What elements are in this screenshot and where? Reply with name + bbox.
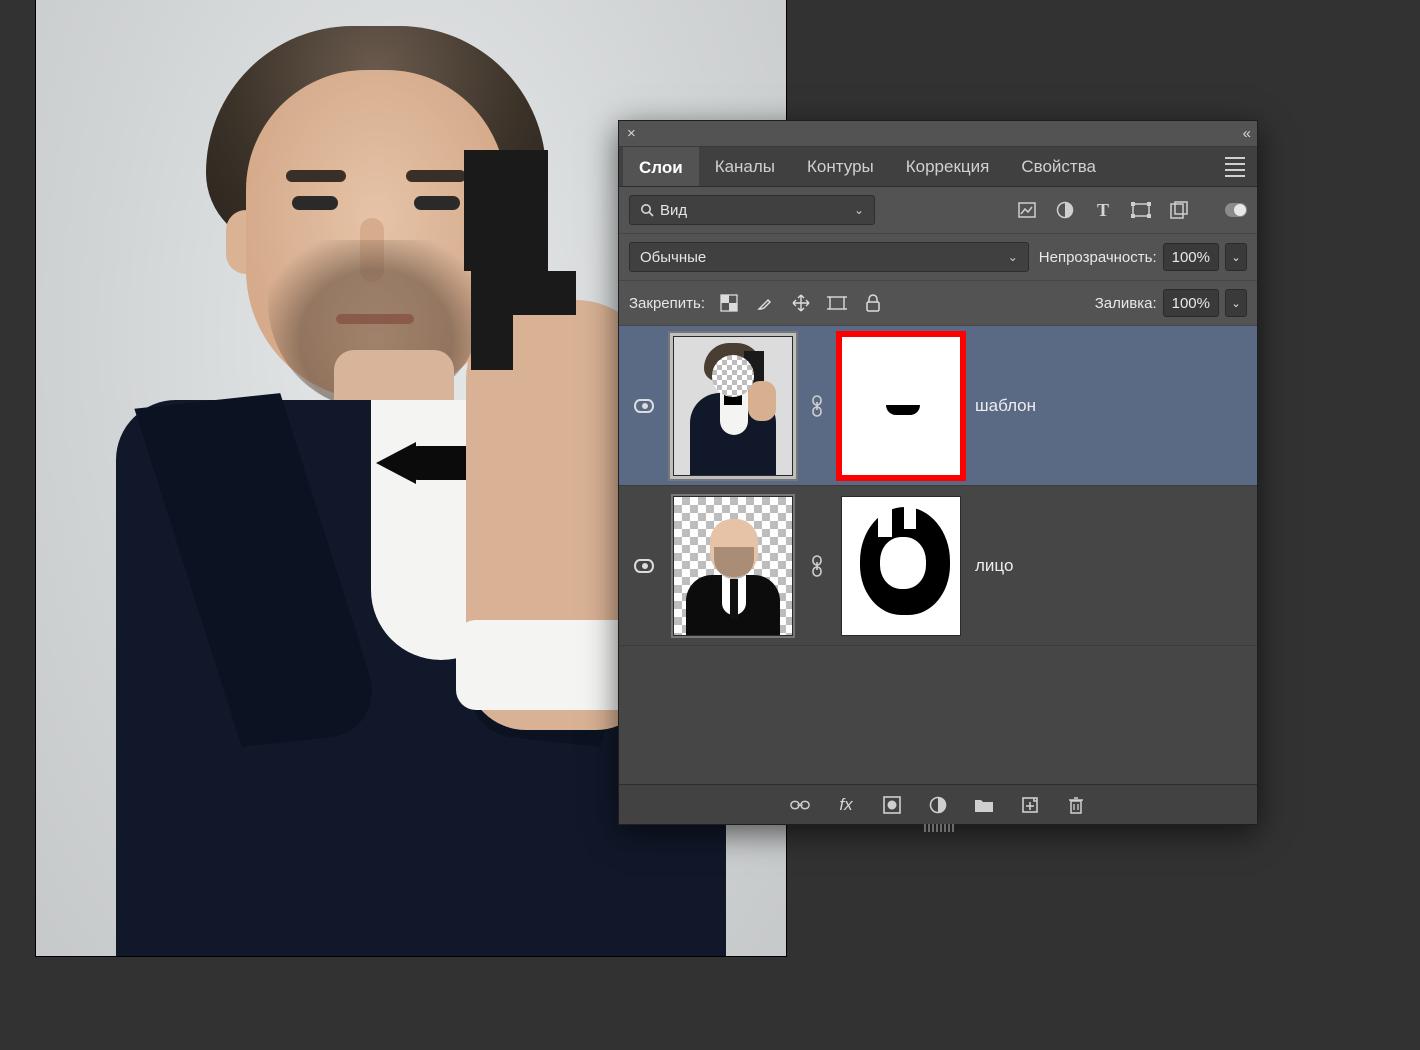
blend-mode-value: Обычные: [640, 249, 706, 266]
close-icon[interactable]: ×: [627, 125, 636, 142]
fill-label: Заливка:: [1095, 295, 1157, 312]
tab-props[interactable]: Свойства: [1005, 147, 1112, 186]
layer-list: шаблон лицо: [619, 326, 1257, 784]
trash-icon[interactable]: [1066, 795, 1086, 815]
fx-icon[interactable]: fx: [836, 795, 856, 815]
panel-footer: fx: [619, 784, 1257, 824]
lock-artboard-icon[interactable]: [827, 293, 847, 313]
lock-all-icon[interactable]: [863, 293, 883, 313]
lock-transparency-icon[interactable]: [719, 293, 739, 313]
fill-stepper[interactable]: ⌄: [1225, 289, 1247, 317]
panel-titlebar[interactable]: × «: [619, 121, 1257, 147]
tab-channels[interactable]: Каналы: [699, 147, 791, 186]
new-layer-icon[interactable]: [1020, 795, 1040, 815]
lock-label: Закрепить:: [629, 295, 705, 312]
fill-value[interactable]: 100%: [1163, 289, 1219, 317]
layer-name[interactable]: шаблон: [975, 396, 1036, 416]
filter-type-icon[interactable]: T: [1093, 200, 1113, 220]
layer-thumbnail[interactable]: [673, 496, 793, 636]
filter-pixel-icon[interactable]: [1017, 200, 1037, 220]
opacity-value[interactable]: 100%: [1163, 243, 1219, 271]
eye-icon: [634, 399, 654, 413]
mask-link-icon[interactable]: [807, 552, 827, 580]
chevron-down-icon: ⌄: [1008, 250, 1018, 264]
filter-shape-icon[interactable]: [1131, 200, 1151, 220]
eye-icon: [634, 559, 654, 573]
resize-grip[interactable]: [909, 824, 969, 834]
opacity-label: Непрозрачность:: [1039, 249, 1157, 266]
chevron-down-icon: ⌄: [854, 203, 864, 217]
adjustment-layer-icon[interactable]: [928, 795, 948, 815]
add-mask-icon[interactable]: [882, 795, 902, 815]
filter-adjust-icon[interactable]: [1055, 200, 1075, 220]
panel-menu-icon[interactable]: [1219, 151, 1251, 183]
blend-mode-select[interactable]: Обычные ⌄: [629, 242, 1029, 272]
tab-adjust[interactable]: Коррекция: [890, 147, 1006, 186]
layer-mask-thumbnail[interactable]: [841, 336, 961, 476]
visibility-toggle[interactable]: [629, 559, 659, 573]
panel-tabs: Слои Каналы Контуры Коррекция Свойства: [619, 147, 1257, 187]
mask-link-icon[interactable]: [807, 392, 827, 420]
link-layers-icon[interactable]: [790, 795, 810, 815]
filter-toggle[interactable]: [1225, 203, 1247, 217]
layer-thumbnail[interactable]: [673, 336, 793, 476]
collapse-icon[interactable]: «: [1243, 125, 1249, 142]
tab-paths[interactable]: Контуры: [791, 147, 890, 186]
search-icon: [640, 203, 654, 217]
filter-kind-label: Вид: [660, 202, 687, 219]
tab-layers[interactable]: Слои: [623, 147, 699, 186]
layer-row[interactable]: шаблон: [619, 326, 1257, 486]
layers-panel: × « Слои Каналы Контуры Коррекция Свойст…: [618, 120, 1258, 825]
visibility-toggle[interactable]: [629, 399, 659, 413]
lock-row: Закрепить: Заливка: 100% ⌄: [619, 281, 1257, 326]
group-icon[interactable]: [974, 795, 994, 815]
layer-mask-thumbnail[interactable]: [841, 496, 961, 636]
layer-filter-row: Вид ⌄ T: [619, 187, 1257, 234]
layer-name[interactable]: лицо: [975, 556, 1013, 576]
layer-row[interactable]: лицо: [619, 486, 1257, 646]
lock-position-icon[interactable]: [791, 293, 811, 313]
filter-kind-select[interactable]: Вид ⌄: [629, 195, 875, 225]
opacity-stepper[interactable]: ⌄: [1225, 243, 1247, 271]
filter-smart-icon[interactable]: [1169, 200, 1189, 220]
blend-row: Обычные ⌄ Непрозрачность: 100% ⌄: [619, 234, 1257, 281]
lock-paint-icon[interactable]: [755, 293, 775, 313]
